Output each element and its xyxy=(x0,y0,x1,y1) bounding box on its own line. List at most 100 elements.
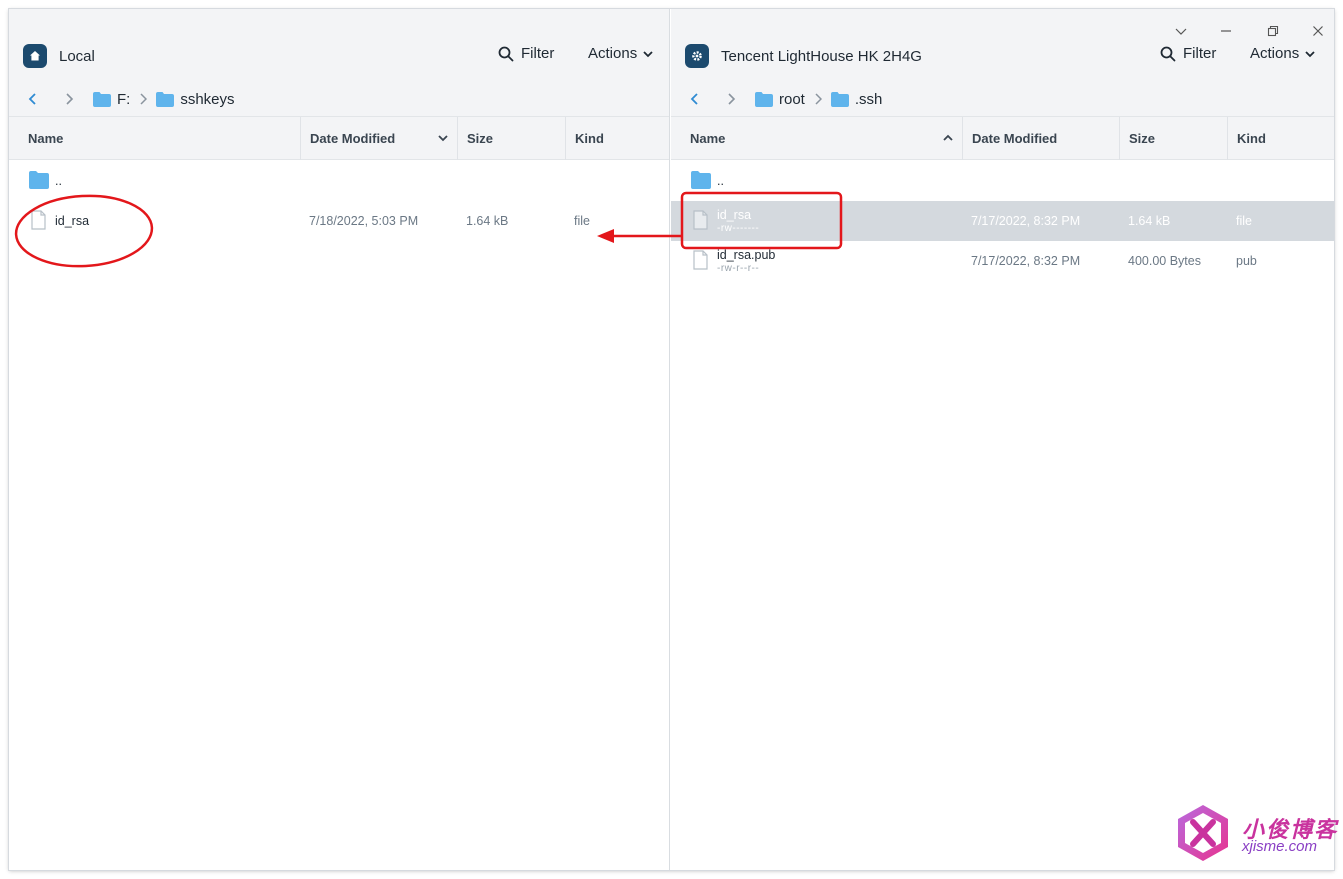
file-kind: pub xyxy=(1236,254,1257,268)
remote-actions-label: Actions xyxy=(1250,45,1300,62)
local-filter-button[interactable]: Filter xyxy=(498,45,554,62)
file-name: id_rsa xyxy=(717,208,752,222)
forward-button[interactable] xyxy=(59,89,79,109)
home-icon xyxy=(23,44,47,68)
local-breadcrumb: F: sshkeys xyxy=(23,88,235,110)
column-label: Name xyxy=(28,131,64,146)
chevron-left-icon xyxy=(690,93,698,105)
forward-button[interactable] xyxy=(721,89,741,109)
column-size[interactable]: Size xyxy=(1119,117,1227,160)
breadcrumb-item-drive[interactable]: F: xyxy=(93,91,130,108)
file-name: .. xyxy=(717,174,724,188)
remote-host[interactable]: Tencent LightHouse HK 2H4G xyxy=(685,44,922,68)
local-host-name: Local xyxy=(59,47,95,65)
column-label: Date Modified xyxy=(972,131,1058,146)
file-date: 7/17/2022, 8:32 PM xyxy=(971,214,1081,228)
watermark-url: xjisme.com xyxy=(1242,838,1318,855)
local-column-header: Name Date Modified Size Kind xyxy=(9,116,669,160)
local-filter-label: Filter xyxy=(521,45,555,62)
breadcrumb-item-ssh[interactable]: .ssh xyxy=(830,90,883,108)
close-window-button[interactable] xyxy=(1308,21,1328,41)
close-icon xyxy=(1313,26,1323,36)
chevron-left-icon xyxy=(28,93,36,105)
column-label: Name xyxy=(690,131,726,146)
column-label: Kind xyxy=(1237,131,1266,146)
file-row-parent[interactable]: .. xyxy=(671,161,1334,201)
file-size: 1.64 kB xyxy=(1128,214,1171,228)
column-date-modified[interactable]: Date Modified xyxy=(962,117,1119,160)
breadcrumb-item-root[interactable]: root xyxy=(755,91,805,108)
remote-filter-button[interactable]: Filter xyxy=(1160,45,1216,62)
file-date: 7/18/2022, 5:03 PM xyxy=(309,214,419,228)
column-name[interactable]: Name xyxy=(19,117,300,160)
window-menu-button[interactable] xyxy=(1171,21,1191,41)
watermark-logo-icon xyxy=(1178,805,1228,861)
column-date-modified[interactable]: Date Modified xyxy=(300,117,457,160)
chevron-down-icon xyxy=(1305,50,1315,57)
column-kind[interactable]: Kind xyxy=(565,117,670,160)
file-icon xyxy=(31,210,46,230)
watermark: 小俊博客 xjisme.com xyxy=(1170,800,1340,870)
breadcrumb-item-sshkeys[interactable]: sshkeys xyxy=(156,90,235,108)
search-icon xyxy=(498,46,514,61)
folder-icon xyxy=(830,91,849,107)
column-label: Size xyxy=(1129,131,1156,146)
column-label: Kind xyxy=(575,131,604,146)
breadcrumb-separator-icon xyxy=(136,93,150,105)
column-size[interactable]: Size xyxy=(457,117,565,160)
breadcrumb-label: root xyxy=(779,90,805,108)
file-row-selected[interactable]: id_rsa -rw------- 7/17/2022, 8:32 PM 1.6… xyxy=(671,201,1334,241)
file-row-parent[interactable]: .. xyxy=(9,161,669,201)
remote-host-name: Tencent LightHouse HK 2H4G xyxy=(721,47,922,65)
folder-icon xyxy=(29,171,49,189)
remote-breadcrumb: root .ssh xyxy=(685,88,882,110)
remote-filter-label: Filter xyxy=(1183,45,1217,62)
restore-button[interactable] xyxy=(1263,21,1283,41)
local-pane-header: Local Filter Actions F: sshkeys xyxy=(9,9,669,116)
gear-icon xyxy=(685,44,709,68)
file-row[interactable]: id_rsa.pub -rw-r--r-- 7/17/2022, 8:32 PM… xyxy=(671,241,1334,281)
file-name: .. xyxy=(55,174,62,188)
file-size: 400.00 Bytes xyxy=(1128,254,1201,268)
file-size: 1.64 kB xyxy=(466,214,509,228)
chevron-right-icon xyxy=(66,93,74,105)
minimize-button[interactable] xyxy=(1216,21,1236,41)
local-host[interactable]: Local xyxy=(23,44,95,68)
chevron-down-icon xyxy=(1175,28,1187,35)
app-window: Local Filter Actions F: sshkeys Name Dat… xyxy=(9,9,1334,870)
file-name: id_rsa.pub xyxy=(717,248,776,262)
breadcrumb-separator-icon xyxy=(811,93,825,105)
sort-descending-icon xyxy=(438,135,448,142)
chevron-right-icon xyxy=(728,93,736,105)
breadcrumb-label: F: xyxy=(117,90,131,108)
column-name[interactable]: Name xyxy=(681,117,962,160)
column-kind[interactable]: Kind xyxy=(1227,117,1334,160)
remote-column-header: Name Date Modified Size Kind xyxy=(671,116,1334,160)
file-date: 7/17/2022, 8:32 PM xyxy=(971,254,1081,268)
file-permissions: -rw------- xyxy=(717,223,760,234)
file-name: id_rsa xyxy=(55,214,90,228)
local-actions-button[interactable]: Actions xyxy=(588,45,654,62)
file-permissions: -rw-r--r-- xyxy=(717,263,760,274)
remote-actions-button[interactable]: Actions xyxy=(1250,45,1316,62)
column-label: Date Modified xyxy=(310,131,396,146)
minimize-icon xyxy=(1221,30,1231,32)
folder-icon xyxy=(93,91,111,107)
folder-icon xyxy=(691,171,711,189)
folder-icon xyxy=(755,91,773,107)
sort-ascending-icon xyxy=(943,134,953,141)
remote-pane: Tencent LightHouse HK 2H4G Filter Action… xyxy=(671,9,1334,870)
local-pane: Local Filter Actions F: sshkeys Name Dat… xyxy=(9,9,670,870)
back-button[interactable] xyxy=(23,89,43,109)
breadcrumb-label: .ssh xyxy=(854,90,883,108)
local-actions-label: Actions xyxy=(588,45,638,62)
breadcrumb-label: sshkeys xyxy=(180,90,235,108)
file-kind: file xyxy=(574,214,590,228)
file-row[interactable]: id_rsa 7/18/2022, 5:03 PM 1.64 kB file xyxy=(9,201,669,241)
file-icon xyxy=(693,250,708,270)
remote-pane-header: Tencent LightHouse HK 2H4G Filter Action… xyxy=(671,9,1334,116)
back-button[interactable] xyxy=(685,89,705,109)
search-icon xyxy=(1160,46,1176,61)
file-icon xyxy=(693,210,708,230)
chevron-down-icon xyxy=(643,50,653,57)
